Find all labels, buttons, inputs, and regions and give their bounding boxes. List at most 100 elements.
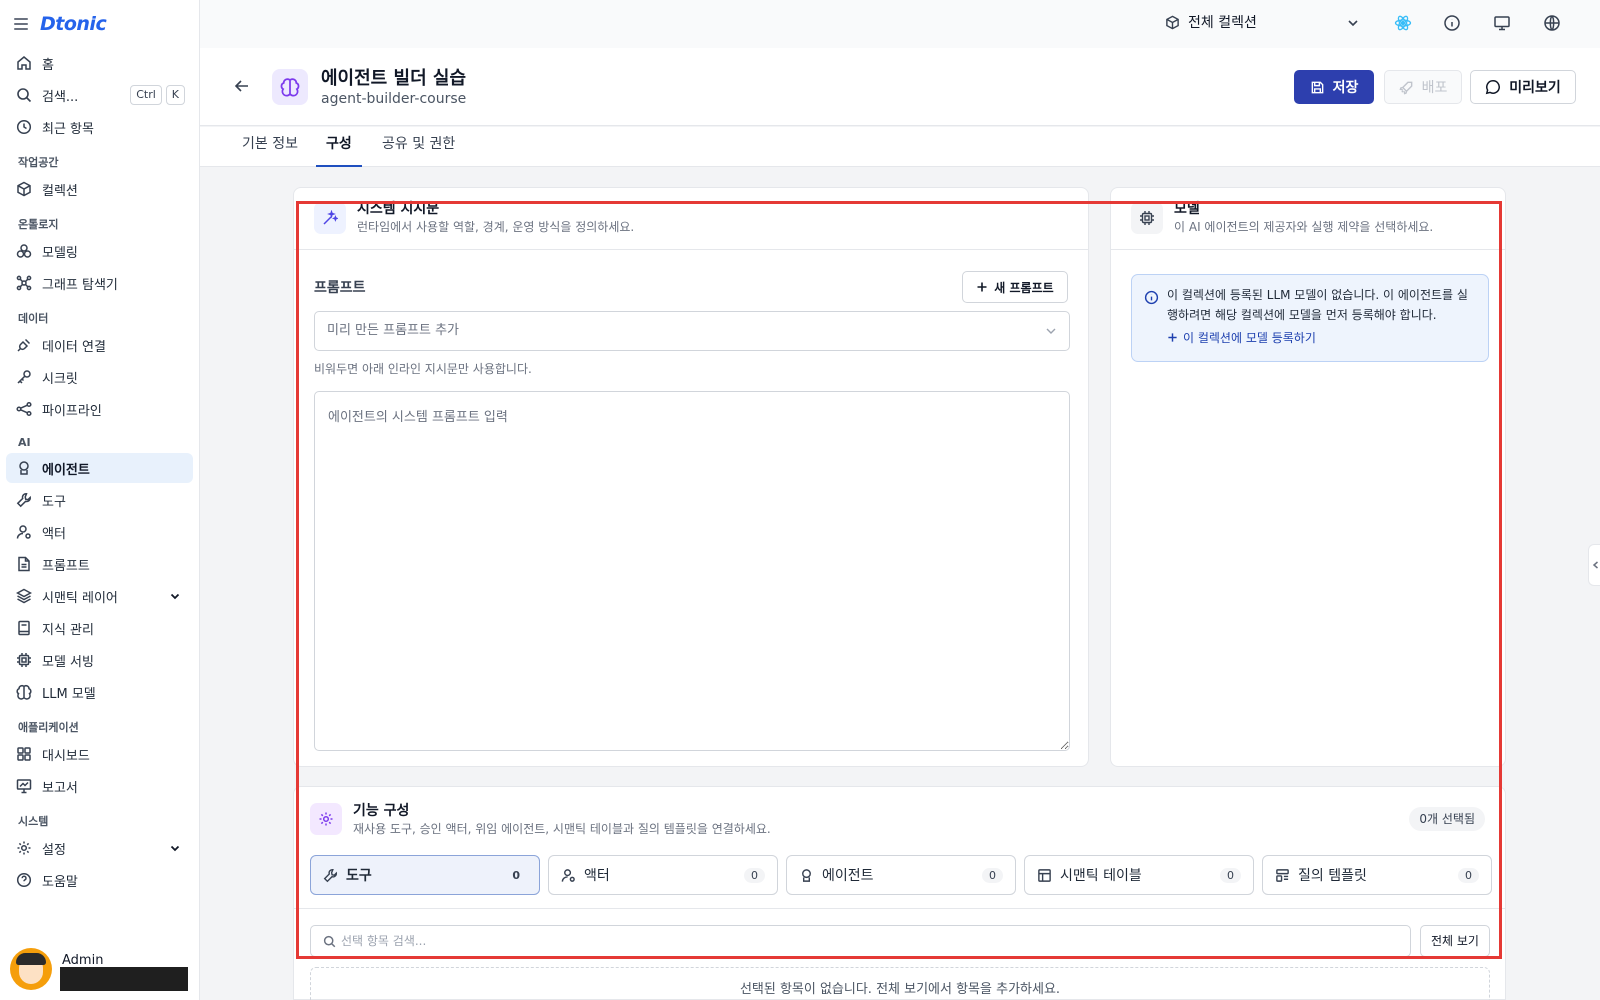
menu-icon[interactable] <box>14 18 28 30</box>
chevron-down-icon[interactable] <box>169 590 181 602</box>
sidebar-item-help[interactable]: 도움말 <box>6 865 193 895</box>
graph-icon <box>16 275 32 291</box>
selection-search-input[interactable] <box>341 926 1401 956</box>
book-icon <box>16 620 32 636</box>
sidebar-item-label: LLM 모델 <box>42 686 96 702</box>
empty-state-text: 선택된 항목이 없습니다. 전체 보기에서 항목을 추가하세요. <box>739 982 1061 997</box>
agent-slug: agent-builder-course <box>321 91 467 107</box>
save-button[interactable]: 저장 <box>1294 70 1374 104</box>
feature-tab-actors[interactable]: 액터 0 <box>548 855 778 895</box>
key-icon <box>16 369 32 385</box>
topbar: 전체 컬렉션 <box>200 0 1600 48</box>
cpu-icon <box>16 652 32 668</box>
sidebar-item-label: 에이전트 <box>42 462 90 478</box>
preview-button[interactable]: 미리보기 <box>1470 70 1576 104</box>
clock-icon <box>16 119 32 135</box>
sidebar-item-dashboard[interactable]: 대시보드 <box>6 739 193 769</box>
sidebar-item-settings[interactable]: 설정 <box>6 833 193 863</box>
react-icon[interactable] <box>1394 14 1412 32</box>
chevron-down-icon <box>1046 328 1056 334</box>
save-label: 저장 <box>1332 80 1359 96</box>
system-instruction-card: 시스템 지시문 런타임에서 사용할 역할, 경계, 운영 방식을 정의하세요. … <box>293 187 1089 767</box>
sidebar-item-label: 파이프라인 <box>42 403 102 419</box>
brain-icon <box>16 684 32 700</box>
sidebar-item-semantic-layer[interactable]: 시맨틱 레이어 <box>6 581 193 611</box>
deploy-label: 배포 <box>1421 80 1448 96</box>
system-prompt-textarea[interactable] <box>314 391 1070 751</box>
sidebar-item-label: 지식 관리 <box>42 622 94 638</box>
feature-tab-semantic-tables[interactable]: 시맨틱 테이블 0 <box>1024 855 1254 895</box>
feature-tab-agents[interactable]: 에이전트 0 <box>786 855 1016 895</box>
sidebar-item-search[interactable]: 검색... Ctrl K <box>6 80 193 110</box>
chevron-down-icon[interactable] <box>169 842 181 854</box>
tab-basic-info[interactable]: 기본 정보 <box>232 127 308 167</box>
sidebar-item-prompt[interactable]: 프롬프트 <box>6 549 193 579</box>
feature-tab-count: 0 <box>1458 867 1479 883</box>
view-all-button[interactable]: 전체 보기 <box>1420 925 1490 957</box>
feature-tab-label: 질의 템플릿 <box>1298 868 1367 884</box>
arrow-left-icon[interactable] <box>234 78 250 94</box>
sidebar-item-label: 프롬프트 <box>42 558 90 574</box>
sidebar-item-recent[interactable]: 최근 항목 <box>6 112 193 142</box>
feature-tab-tools[interactable]: 도구 0 <box>310 855 540 895</box>
sidebar-item-report[interactable]: 보고서 <box>6 771 193 801</box>
tab-configuration[interactable]: 구성 <box>316 127 362 167</box>
tab-sharing-permissions[interactable]: 공유 및 권한 <box>372 127 465 167</box>
preview-label: 미리보기 <box>1509 80 1561 96</box>
sidebar-item-label: 모델 서빙 <box>42 654 94 670</box>
feature-tab-query-templates[interactable]: 질의 템플릿 0 <box>1262 855 1492 895</box>
cpu-icon <box>1131 202 1163 234</box>
sidebar-item-graph[interactable]: 그래프 탐색기 <box>6 268 193 298</box>
help-icon <box>16 872 32 888</box>
feature-tab-count: 0 <box>982 867 1003 883</box>
deploy-button[interactable]: 배포 <box>1384 70 1462 104</box>
info-icon[interactable] <box>1443 14 1461 32</box>
cube-icon <box>1166 15 1179 29</box>
globe-icon[interactable] <box>1543 14 1561 32</box>
sidebar-item-label: 대시보드 <box>42 748 90 764</box>
sidebar-item-label: 도구 <box>42 494 66 510</box>
sidebar-item-data-connection[interactable]: 데이터 연결 <box>6 330 193 360</box>
chevron-down-icon[interactable] <box>1346 16 1360 30</box>
preset-prompt-select[interactable]: 미리 만든 프롬프트 추가 <box>314 311 1070 351</box>
sidebar-item-agent[interactable]: 에이전트 <box>6 453 193 483</box>
feature-tab-label: 도구 <box>346 868 372 884</box>
sidebar-item-actor[interactable]: 액터 <box>6 517 193 547</box>
sidebar-item-label: 도움말 <box>42 874 78 890</box>
sidebar-item-pipeline[interactable]: 파이프라인 <box>6 394 193 424</box>
feature-tab-count: 0 <box>1220 867 1241 883</box>
new-prompt-button[interactable]: 새 프롬프트 <box>962 271 1068 303</box>
feature-tab-label: 액터 <box>584 868 610 884</box>
sidebar-item-knowledge[interactable]: 지식 관리 <box>6 613 193 643</box>
magic-wand-icon <box>314 202 346 234</box>
sidebar-item-tool[interactable]: 도구 <box>6 485 193 515</box>
bot-icon <box>16 460 32 476</box>
panel-toggle-handle[interactable] <box>1588 544 1600 586</box>
dashboard-icon <box>16 746 32 762</box>
sidebar: Dtonic 홈 검색... Ctrl K 최근 항목 작업공간 컬렉션 온톨로… <box>0 0 200 1000</box>
sidebar-item-collection[interactable]: 컬렉션 <box>6 174 193 204</box>
monitor-icon[interactable] <box>1493 14 1511 32</box>
card-description: 재사용 도구, 승인 액터, 위임 에이전트, 시맨틱 테이블과 질의 템플릿을… <box>353 822 771 836</box>
collection-selector[interactable]: 전체 컬렉션 <box>1165 12 1257 32</box>
search-icon <box>16 87 32 103</box>
feature-tab-count: 0 <box>512 868 520 882</box>
sidebar-item-model-serving[interactable]: 모델 서빙 <box>6 645 193 675</box>
register-model-link[interactable]: 이 컬렉션에 모델 등록하기 <box>1167 329 1316 346</box>
section-ai: AI <box>18 436 31 449</box>
sidebar-item-label: 검색... <box>42 89 79 105</box>
tab-bar: 기본 정보 구성 공유 및 권한 <box>200 127 1600 167</box>
save-icon <box>1311 81 1323 93</box>
sidebar-item-label: 최근 항목 <box>42 121 94 137</box>
sidebar-item-secret[interactable]: 시크릿 <box>6 362 193 392</box>
section-workspace: 작업공간 <box>18 156 59 169</box>
gear-icon <box>16 840 32 856</box>
sidebar-item-modeling[interactable]: 모델링 <box>6 236 193 266</box>
card-description: 이 AI 에이전트의 제공자와 실행 제약을 선택하세요. <box>1174 220 1434 234</box>
shapes-icon <box>16 243 32 259</box>
alert-message: 이 컬렉션에 등록된 LLM 모델이 없습니다. 이 에이전트를 실행하려면 해… <box>1167 288 1468 322</box>
sidebar-item-home[interactable]: 홈 <box>6 48 193 78</box>
sidebar-item-label: 그래프 탐색기 <box>42 277 118 293</box>
sidebar-item-llm[interactable]: LLM 모델 <box>6 677 193 707</box>
redacted-bar <box>60 967 188 991</box>
